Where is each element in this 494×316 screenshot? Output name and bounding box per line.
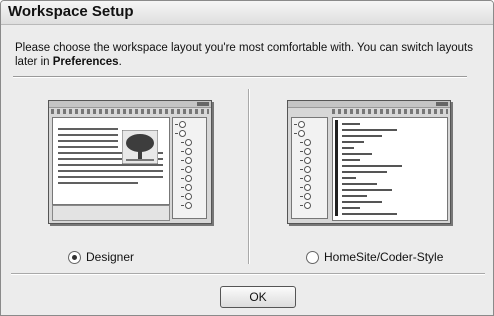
window-buttons-icon [197, 102, 209, 106]
designer-radio[interactable] [68, 250, 81, 264]
dialog-titlebar[interactable]: Workspace Setup [1, 1, 493, 25]
dialog-title: Workspace Setup [8, 3, 134, 20]
designer-label: Designer [86, 250, 135, 264]
tree-image-icon [122, 130, 158, 164]
ok-button[interactable]: OK [220, 286, 296, 308]
preview-titlebar [288, 101, 450, 108]
designer-layout-preview[interactable] [48, 100, 212, 224]
instructions-preferences: Preferences [52, 56, 119, 68]
preview-titlebar [49, 101, 211, 108]
coder-radio[interactable] [306, 250, 319, 264]
coder-layout-preview[interactable] [287, 100, 451, 224]
file-tree-panel [172, 117, 207, 219]
instructions-period: . [118, 56, 122, 68]
code-lines-icon [342, 123, 402, 219]
top-divider [13, 76, 467, 78]
code-view-pane [332, 117, 448, 221]
bottom-divider [11, 273, 485, 275]
instructions-text: Please choose the workspace layout you'r… [15, 41, 475, 69]
toolbar-icon [51, 109, 209, 114]
coder-label: HomeSite/Coder-Style [324, 250, 444, 264]
option-divider [248, 89, 250, 264]
file-tree-panel [291, 117, 328, 219]
design-view-pane [52, 117, 170, 205]
coder-option[interactable]: HomeSite/Coder-Style [306, 250, 443, 264]
designer-option[interactable]: Designer [68, 250, 134, 264]
properties-panel [52, 205, 170, 221]
window-buttons-icon [436, 102, 448, 106]
toolbar-icon [332, 109, 448, 114]
workspace-setup-dialog: Workspace Setup Please choose the worksp… [0, 0, 494, 316]
line-gutter [335, 120, 338, 216]
